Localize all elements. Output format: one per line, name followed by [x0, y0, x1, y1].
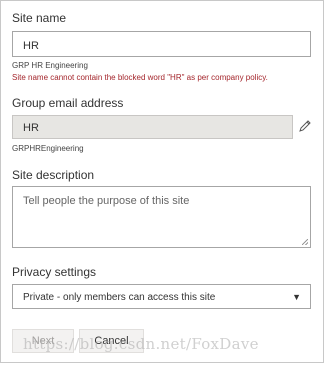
privacy-selected-value: Private - only members can access this s… — [23, 292, 216, 303]
site-name-label: Site name — [12, 11, 67, 25]
site-description-label: Site description — [12, 168, 95, 182]
site-name-input[interactable]: HR — [12, 31, 311, 57]
group-email-input: HR — [12, 115, 293, 139]
site-description-textarea[interactable]: Tell people the purpose of this site — [12, 186, 311, 248]
create-site-panel: Site name HR GRP HR Engineering Site nam… — [0, 0, 324, 363]
dropdown-arrow-icon: ▼ — [292, 292, 301, 302]
group-email-value: HR — [23, 122, 39, 134]
site-description-placeholder: Tell people the purpose of this site — [23, 195, 190, 207]
privacy-settings-label: Privacy settings — [12, 265, 97, 279]
pencil-icon[interactable] — [298, 119, 312, 133]
site-name-error: Site name cannot contain the blocked wor… — [12, 73, 268, 82]
site-name-value: HR — [23, 40, 39, 52]
group-email-hint: GRPHREngineering — [12, 144, 84, 153]
group-email-label: Group email address — [12, 96, 124, 110]
privacy-settings-dropdown[interactable]: Private - only members can access this s… — [12, 284, 311, 309]
watermark: https://blog.csdn.net/FoxDave — [23, 335, 259, 353]
site-name-hint: GRP HR Engineering — [12, 61, 88, 70]
resize-handle-icon[interactable] — [302, 239, 308, 245]
